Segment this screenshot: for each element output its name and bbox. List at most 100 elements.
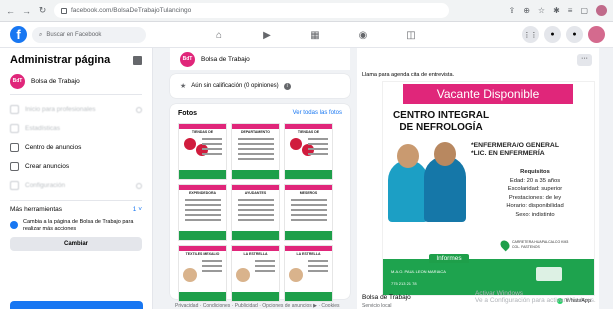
photo-thumbnail[interactable]: AYUDANTES — [231, 184, 280, 241]
promote-button[interactable] — [10, 301, 143, 309]
photo-thumbnail[interactable]: LA ESTRELLA — [231, 245, 280, 302]
marketplace-icon[interactable]: ▦ — [291, 25, 339, 45]
switch-profile-notice: Cambia a la página de Bolsa de Trabajo p… — [10, 219, 142, 233]
sidebar-item-label: Inicio para profesionales — [25, 106, 96, 113]
footer-links[interactable]: Privacidad · Condiciones · Publicidad · … — [175, 303, 339, 309]
sidebar-title: Administrar página — [10, 54, 111, 66]
extensions-icon[interactable]: ✱ — [553, 6, 560, 15]
page-avatar[interactable]: BdT — [180, 51, 195, 67]
sidebar-item-insights[interactable]: Estadísticas — [10, 119, 142, 138]
requirement-line: Horario: disponibilidad — [506, 203, 564, 209]
thumbnail-title: TEXTILES MEXALIO — [185, 252, 220, 256]
main-nav: ⌂ ▶ ▦ ◉ ◫ — [195, 25, 435, 45]
center-page-name[interactable]: Bolsa de Trabajo — [201, 56, 250, 63]
sidebar-item-ad-center[interactable]: Centro de anuncios — [10, 138, 142, 157]
requirements-title: Requisitos — [520, 169, 550, 175]
insights-icon — [10, 124, 19, 133]
sidebar-item-create-ads[interactable]: Crear anuncios — [10, 157, 142, 176]
reading-list-icon[interactable]: ≡ — [568, 6, 573, 15]
photo-thumbnail[interactable]: LA ESTRELLA — [284, 245, 333, 302]
thumbnail-title: LA ESTRELLA — [296, 252, 321, 256]
megaphone-icon — [10, 143, 19, 152]
photos-header: Fotos Ver todas las fotos — [178, 110, 342, 117]
more-options-icon[interactable]: ··· — [577, 54, 592, 66]
page-column: BdT Bolsa de Trabajo ★ Aún sin calificac… — [170, 48, 350, 309]
panel-toggle-icon[interactable] — [133, 55, 142, 65]
watermark-line: Activar Windows — [475, 290, 524, 297]
post-card: ··· Llama para agenda cita de entrevista… — [357, 48, 599, 309]
requirement-line: Prestaciones: de ley — [508, 194, 562, 201]
star-icon: ★ — [180, 83, 187, 90]
requirement-line: Edad: 20 a 35 años — [509, 177, 561, 184]
page-avatar: BdT — [10, 74, 25, 89]
sidebar-item-professional-dashboard[interactable]: Inicio para profesionales — [10, 100, 142, 119]
see-all-photos-link[interactable]: Ver todas las fotos — [293, 110, 342, 117]
search-input[interactable]: ⌕ Buscar en Facebook — [32, 27, 146, 43]
sidebar-item-label: Configuración — [25, 182, 66, 189]
flyer-address: CARRETERA HUAPALCALCO KM3 COL. FASTENOS — [512, 240, 569, 249]
rating-text: Aún sin calificación (0 opiniones) — [191, 83, 279, 89]
photo-thumbnail[interactable]: MESEROS — [284, 184, 333, 241]
reload-icon[interactable]: ↻ — [38, 5, 47, 16]
back-icon[interactable]: ← — [6, 6, 15, 16]
more-tools-count: 1 ˅ — [132, 206, 142, 213]
browser-profile-avatar[interactable] — [596, 5, 607, 16]
nurses-photo — [388, 142, 468, 222]
zoom-icon[interactable]: ⊕ — [523, 6, 530, 15]
menu-grid-icon[interactable]: ⋮⋮ — [522, 26, 539, 43]
photos-title: Fotos — [178, 110, 198, 117]
photo-thumbnail[interactable]: DEPARTAMENTO — [231, 123, 280, 180]
bookmark-star-icon[interactable]: ☆ — [538, 6, 545, 15]
share-icon[interactable]: ⇪ — [508, 6, 515, 15]
flyer-roles: *ENFERMERA/O GENERAL *LIC. EN ENFERMERÍA — [471, 142, 593, 158]
post-caption: Llama para agenda cita de entrevista. — [362, 72, 455, 78]
thumbnail-title: DEPARTAMENTO — [241, 130, 270, 134]
info-icon[interactable]: i — [283, 82, 291, 90]
browser-extensions: ⇪ ⊕ ☆ ✱ ≡ ▢ — [508, 5, 607, 16]
more-tools-header[interactable]: Más herramientas 1 ˅ — [10, 206, 142, 213]
search-icon: ⌕ — [39, 31, 43, 38]
forward-icon[interactable]: → — [22, 6, 31, 16]
flyer-contact-phone: 775 213 21 78 — [391, 281, 417, 286]
facebook-header: f ⌕ Buscar en Facebook ⌂ ▶ ▦ ◉ ◫ ⋮⋮ ● ● — [0, 22, 613, 48]
gear-icon — [10, 181, 19, 190]
post-page-category: Servicio local — [362, 303, 392, 309]
windows-activation-watermark: Activar Windows Ve a Configuración para … — [475, 290, 596, 304]
flyer-requirements: Requisitos Edad: 20 a 35 años Escolarida… — [475, 168, 594, 219]
page-header-row: BdT Bolsa de Trabajo — [170, 48, 350, 70]
sidebar-item-label: Estadísticas — [25, 125, 61, 132]
watch-icon[interactable]: ▶ — [243, 25, 291, 45]
divider — [10, 94, 142, 95]
flyer-role: *ENFERMERA/O GENERAL — [471, 142, 559, 149]
address-bar[interactable]: facebook.com/BolsaDeTrabajoTulancingo — [54, 3, 449, 18]
photo-thumbnail[interactable]: TEXTILES MEXALIO — [178, 245, 227, 302]
post-page-name[interactable]: Bolsa de Trabajo — [362, 294, 411, 301]
sidebar-item-settings[interactable]: Configuración — [10, 176, 142, 195]
browser-toolbar: ← → ↻ facebook.com/BolsaDeTrabajoTulanci… — [0, 0, 613, 22]
manage-page-sidebar: Administrar página BdT Bolsa de Trabajo … — [0, 48, 153, 309]
photo-thumbnail[interactable]: EXPENDEDORA — [178, 184, 227, 241]
change-button[interactable]: Cambiar — [10, 237, 142, 251]
flyer-contact-name: M.A.O. PAUL LEON MARIACA — [391, 269, 446, 274]
sidebar-page-name: Bolsa de Trabajo — [31, 78, 80, 85]
photo-thumbnail[interactable]: TIENDAS DE — [284, 123, 333, 180]
watermark-line: Ve a Configuración para activar Windows. — [475, 297, 596, 304]
profile-switch-icon — [10, 221, 18, 229]
gaming-icon[interactable]: ◫ — [387, 25, 435, 45]
info-icon — [136, 106, 142, 113]
facebook-logo-icon[interactable]: f — [10, 26, 27, 43]
home-icon[interactable]: ⌂ — [195, 25, 243, 45]
post-image[interactable]: Vacante Disponible CENTRO INTEGRAL DE NE… — [382, 81, 595, 296]
groups-icon[interactable]: ◉ — [339, 25, 387, 45]
photo-grid: TIENDAS DE DEPARTAMENTO TIENDAS DE EXPENDED… — [178, 123, 342, 302]
search-placeholder: Buscar en Facebook — [46, 32, 102, 38]
photo-thumbnail[interactable]: TIENDAS DE — [178, 123, 227, 180]
thumbnail-title: MESEROS — [299, 191, 318, 195]
sidebar-page-link[interactable]: BdT Bolsa de Trabajo — [10, 74, 142, 89]
messenger-icon[interactable]: ● — [544, 26, 561, 43]
account-avatar[interactable] — [588, 26, 605, 43]
divider — [10, 200, 142, 201]
clinic-logo — [536, 267, 562, 281]
sidepanel-icon[interactable]: ▢ — [580, 6, 588, 15]
notifications-icon[interactable]: ● — [566, 26, 583, 43]
